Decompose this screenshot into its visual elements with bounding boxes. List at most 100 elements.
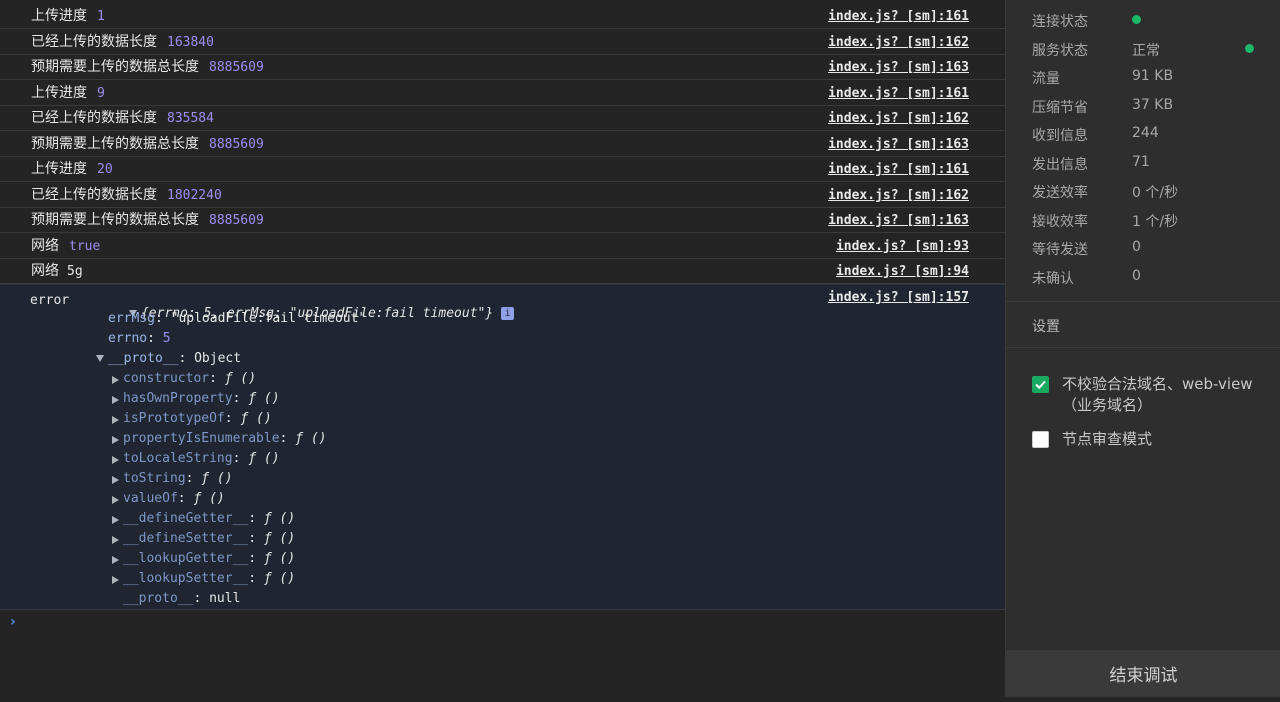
checkmark-icon [1035,380,1046,390]
proto-method-row[interactable]: hasOwnProperty: ƒ () [123,391,280,406]
log-source-link[interactable]: index.js? [sm]:162 [828,183,969,208]
status-row: 发出信息 71 [1032,154,1272,174]
log-message: 上传进度 9 [31,84,105,101]
log-value: 8885609 [209,136,264,152]
log-source-link[interactable]: index.js? [sm]:163 [828,55,969,80]
status-label: 压缩节省 [1032,99,1088,116]
errno-property: errno: 5 [108,331,171,346]
error-source-link[interactable]: index.js? [sm]:157 [828,290,969,305]
log-source-link[interactable]: index.js? [sm]:163 [828,132,969,157]
proto-method-row[interactable]: __lookupSetter__: ƒ () [123,571,295,586]
log-source-link[interactable]: index.js? [sm]:162 [828,30,969,55]
status-row: 发送效率 0 个/秒 [1032,182,1272,202]
status-dot-icon [1245,43,1254,53]
proto-method-row[interactable]: constructor: ƒ () [123,371,256,386]
status-value: 71 [1132,153,1150,170]
log-value: 835584 [167,111,214,126]
status-label: 发送效率 [1032,185,1088,201]
log-value: 1802240 [167,187,222,203]
status-label: 服务状态 [1032,42,1088,59]
status-row: 接收效率 1 个/秒 [1032,211,1272,231]
proto-method-row[interactable]: __lookupGetter__: ƒ () [123,551,295,566]
proto-method-row[interactable]: __defineGetter__: ƒ () [123,511,295,526]
expand-triangle-icon[interactable] [112,556,119,564]
log-value: 9 [97,85,105,101]
status-value: 91 KB [1132,68,1174,84]
proto-method-row[interactable]: propertyIsEnumerable: ƒ () [123,431,327,446]
log-message: 预期需要上传的数据总长度 8885609 [31,212,264,228]
proto-method-row[interactable]: __defineSetter__: ƒ () [123,531,295,546]
status-row: 服务状态 正常 [1032,40,1272,60]
proto-property[interactable]: __proto__: Object [96,351,241,366]
status-label: 未确认 [1032,270,1074,287]
log-message: 已经上传的数据长度 835584 [31,110,214,126]
log-message: 已经上传的数据长度 163840 [31,33,214,50]
debug-sidebar: 连接状态 服务状态 正常 流量 91 KB 压缩节省 37 KB 收到信息 244 发出信息 71 发… [1005,0,1280,697]
status-row: 未确认 0 [1032,268,1272,288]
log-source-link[interactable]: index.js? [sm]:161 [828,4,969,29]
expand-triangle-icon[interactable] [112,496,119,504]
error-log-entry: error {errno: 5, errMsg: "uploadFile:fai… [0,284,1005,610]
log-source-link[interactable]: index.js? [sm]:162 [828,106,969,131]
console-prompt-icon[interactable]: › [10,614,16,630]
status-label: 发出信息 [1032,156,1088,173]
proto-method-row[interactable]: valueOf: ƒ () [123,491,225,506]
console-log-row: 预期需要上传的数据总长度 8885609 index.js? [sm]:163 [0,55,1005,80]
status-value: 正常 [1132,42,1160,59]
status-label: 接收效率 [1032,213,1088,230]
status-row: 连接状态 [1032,11,1272,31]
expand-triangle-icon[interactable] [112,536,119,544]
inner-proto-property: __proto__: null [123,591,241,606]
expand-triangle-icon[interactable] [112,456,119,464]
log-source-link[interactable]: index.js? [sm]:94 [836,259,969,284]
divider [1006,347,1280,348]
status-value: 37 KB [1132,96,1174,113]
console-log-row: 上传进度 1 index.js? [sm]:161 [0,4,1005,29]
console-panel: 上传进度 1 index.js? [sm]:161 已经上传的数据长度 163840 in… [0,0,1005,697]
info-icon[interactable]: i [501,307,515,320]
log-source-link[interactable]: index.js? [sm]:161 [828,157,969,182]
expand-triangle-icon[interactable] [112,476,119,484]
log-value: 8885609 [209,213,264,228]
end-debug-button[interactable]: 结束调试 [1006,650,1280,697]
console-log-row: 已经上传的数据长度 835584 index.js? [sm]:162 [0,106,1005,131]
log-message: 网络 5g [31,263,83,279]
status-value: 1 个/秒 [1132,213,1179,230]
log-value: 163840 [167,34,214,50]
status-row: 等待发送 0 [1032,239,1272,259]
status-value: 0 [1132,239,1141,255]
expand-triangle-icon[interactable] [112,376,119,384]
checkbox-checked-icon[interactable] [1032,376,1049,393]
status-label: 流量 [1032,71,1060,87]
console-log-row: 上传进度 9 index.js? [sm]:161 [0,81,1005,106]
log-source-link[interactable]: index.js? [sm]:163 [828,208,969,233]
expand-triangle-icon[interactable] [112,576,119,584]
proto-method-row[interactable]: toString: ƒ () [123,471,233,486]
console-log-row: 已经上传的数据长度 1802240 index.js? [sm]:162 [0,183,1005,208]
log-source-link[interactable]: index.js? [sm]:161 [828,81,969,106]
log-source-link[interactable]: index.js? [sm]:93 [836,234,969,259]
log-value: 1 [97,9,105,24]
status-value: 0 [1132,267,1141,284]
status-row: 压缩节省 37 KB [1032,97,1272,117]
status-row: 收到信息 244 [1032,125,1272,145]
log-message: 预期需要上传的数据总长度 8885609 [31,135,264,152]
collapse-triangle-icon[interactable] [96,355,104,362]
proto-method-row[interactable]: toLocaleString: ƒ () [123,451,280,466]
console-log-row: 网络 true index.js? [sm]:93 [0,234,1005,259]
log-message: 预期需要上传的数据总长度 8885609 [31,59,264,75]
console-log-row: 上传进度 20 index.js? [sm]:161 [0,157,1005,182]
expand-triangle-icon[interactable] [112,396,119,404]
console-log-row: 预期需要上传的数据总长度 8885609 index.js? [sm]:163 [0,208,1005,233]
checkbox-label: 不校验合法域名、web-view（业务域名） [1062,375,1253,414]
log-value: 8885609 [209,60,264,75]
expand-triangle-icon[interactable] [112,516,119,524]
expand-triangle-icon[interactable] [112,436,119,444]
log-message: 已经上传的数据长度 1802240 [31,186,222,203]
expand-triangle-icon[interactable] [112,416,119,424]
proto-method-row[interactable]: isPrototypeOf: ƒ () [123,411,272,426]
log-value: 20 [97,162,113,177]
checkbox-unchecked-icon[interactable] [1032,431,1049,448]
console-log-row: 已经上传的数据长度 163840 index.js? [sm]:162 [0,30,1005,55]
status-value: 244 [1132,125,1159,141]
